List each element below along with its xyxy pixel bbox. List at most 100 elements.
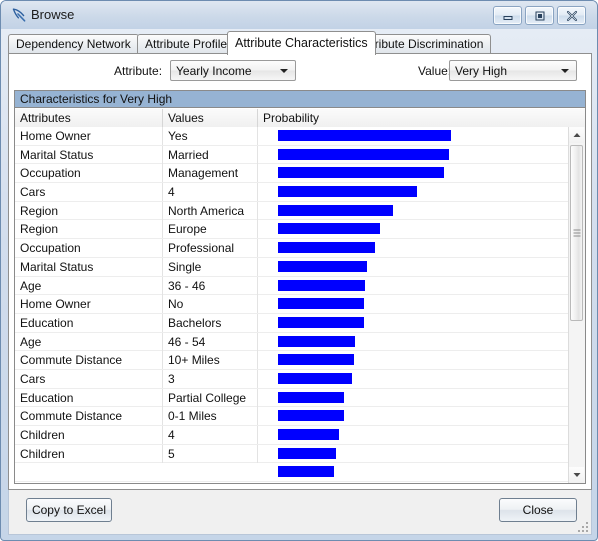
tab-strip: Dependency Network Attribute Profiles At… [8, 31, 592, 55]
table-row[interactable]: Commute Distance 0-1 Miles [15, 407, 569, 426]
cell-probability [258, 445, 569, 463]
table-row[interactable]: Occupation Management [15, 164, 569, 184]
table-row[interactable]: Age 36 - 46 [15, 276, 569, 296]
cell-value: 0-1 Miles [163, 407, 258, 426]
cell-attribute: Education [15, 313, 163, 332]
cell-value: Partial College [163, 388, 258, 407]
table-row[interactable]: Cars 3 [15, 369, 569, 389]
column-header-probability[interactable]: Probability [258, 109, 569, 127]
cell-attribute: Home Owner [15, 127, 163, 145]
minimize-button[interactable] [493, 6, 522, 25]
cell-probability [258, 463, 569, 481]
cell-attribute: Commute Distance [15, 351, 163, 370]
table-row[interactable]: Home Owner Yes [15, 127, 569, 146]
browse-window: Browse Dependency Network Attribute Prof… [0, 0, 598, 541]
scroll-down-arrow-icon[interactable] [569, 467, 584, 483]
cell-attribute: Commute Distance [15, 407, 163, 426]
attribute-select-value: Yearly Income [176, 64, 252, 78]
cell-probability [258, 146, 569, 164]
cell-attribute: Education [15, 388, 163, 407]
cell-probability [258, 202, 569, 220]
probability-bar [278, 391, 345, 403]
probability-bar [278, 130, 452, 141]
cell-probability [258, 277, 569, 295]
table-row[interactable]: Children 4 [15, 426, 569, 445]
cell-value: 4 [163, 183, 258, 202]
table-row[interactable]: Marital Status Single [15, 257, 569, 277]
cell-value: Management [163, 164, 258, 183]
cell-value: North America [163, 201, 258, 220]
cell-attribute: Marital Status [15, 257, 163, 276]
table-row[interactable]: Cars 4 [15, 183, 569, 202]
cell-attribute: Children [15, 444, 163, 463]
cell-attribute: Occupation [15, 164, 163, 183]
cell-value: Europe [163, 220, 258, 239]
copy-to-excel-button[interactable]: Copy to Excel [26, 498, 112, 522]
table-row[interactable]: Age 46 - 54 [15, 332, 569, 352]
cell-probability [258, 351, 569, 369]
cell-value: 10+ Miles [163, 351, 258, 370]
scroll-up-arrow-icon[interactable] [569, 127, 584, 143]
resize-grip-icon[interactable] [576, 520, 588, 532]
cell-probability [258, 127, 569, 145]
tab-attribute-profiles[interactable]: Attribute Profiles [137, 34, 242, 54]
column-header-values[interactable]: Values [163, 109, 258, 127]
pickaxe-icon [10, 6, 28, 24]
table-row[interactable]: Education Bachelors [15, 313, 569, 333]
table-row[interactable]: Region Europe [15, 220, 569, 240]
tab-attribute-characteristics[interactable]: Attribute Characteristics [227, 31, 376, 55]
probability-bar [278, 410, 345, 422]
vertical-scrollbar[interactable] [568, 127, 585, 483]
title-bar: Browse [1, 1, 597, 29]
window-title: Browse [31, 7, 75, 22]
tab-content-panel: Attribute: Yearly Income Value: Very Hig… [8, 53, 592, 490]
table-row[interactable]: Commute Distance 10+ Miles [15, 351, 569, 370]
value-select-value: Very High [455, 64, 508, 78]
tab-dependency-network[interactable]: Dependency Network [8, 34, 139, 54]
cell-probability [258, 370, 569, 388]
close-dialog-button[interactable]: Close [499, 498, 577, 522]
value-select[interactable]: Very High [449, 60, 577, 81]
table-row-partial[interactable] [15, 463, 569, 483]
value-label: Value: [418, 64, 452, 78]
cell-probability [258, 220, 569, 238]
probability-bar [278, 316, 364, 328]
probability-bar [278, 186, 418, 198]
chevron-down-icon [561, 69, 569, 73]
scrollbar-thumb[interactable] [570, 145, 583, 321]
probability-bar [278, 372, 353, 384]
probability-bar [278, 335, 356, 347]
cell-attribute: Region [15, 201, 163, 220]
probability-bar [278, 279, 366, 291]
cell-probability [258, 183, 569, 201]
attribute-select[interactable]: Yearly Income [170, 60, 296, 81]
probability-bar [278, 354, 354, 366]
probability-bar [278, 242, 375, 254]
cell-attribute: Age [15, 276, 163, 295]
probability-bar [278, 167, 445, 179]
table-row[interactable]: Education Partial College [15, 388, 569, 408]
cell-probability [258, 258, 569, 276]
attribute-label: Attribute: [114, 64, 163, 78]
cell-value: 36 - 46 [163, 276, 258, 295]
table-row[interactable]: Occupation Professional [15, 239, 569, 258]
cell-probability [258, 407, 569, 425]
column-header-attributes[interactable]: Attributes [15, 109, 163, 127]
selector-row: Attribute: Yearly Income Value: Very Hig… [9, 54, 591, 86]
table-row[interactable]: Region North America [15, 201, 569, 221]
probability-bar [278, 429, 340, 440]
cell-attribute: Occupation [15, 239, 163, 258]
probability-bar [278, 223, 380, 235]
grid-header-row: Attributes Values Probability [15, 109, 585, 128]
cell-probability [258, 314, 569, 332]
cell-value: No [163, 295, 258, 314]
restore-button[interactable] [525, 6, 554, 25]
table-row[interactable]: Home Owner No [15, 295, 569, 314]
cell-value: 46 - 54 [163, 332, 258, 351]
table-row[interactable]: Marital Status Married [15, 145, 569, 165]
table-row[interactable]: Children 5 [15, 444, 569, 464]
cell-probability [258, 164, 569, 182]
close-button[interactable] [557, 6, 586, 25]
cell-value: 4 [163, 426, 258, 444]
probability-bar [278, 148, 450, 160]
